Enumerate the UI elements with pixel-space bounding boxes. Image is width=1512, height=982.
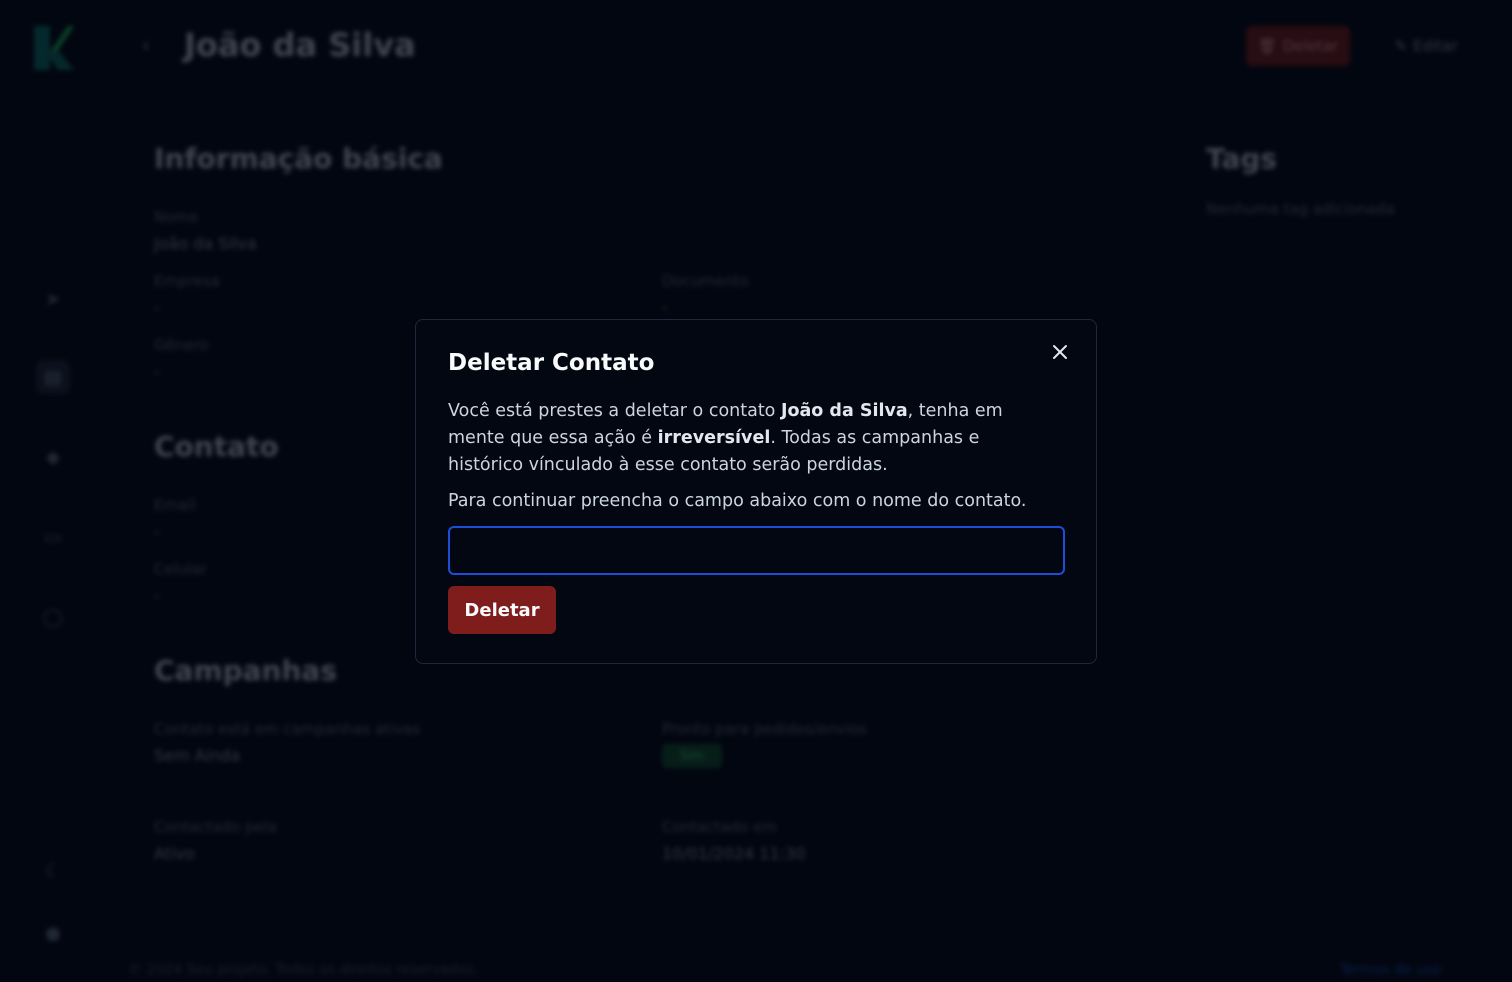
delete-contact-dialog: Deletar Contato Você está prestes a dele… [415,319,1097,664]
confirm-delete-button[interactable]: Deletar [448,586,556,634]
close-icon[interactable] [1048,340,1072,364]
confirm-name-input[interactable] [448,526,1065,575]
warning-contact-name: João da Silva [780,401,908,421]
dialog-hint-text: Para continuar preencha o campo abaixo c… [448,491,1027,511]
dialog-title: Deletar Contato [448,350,655,376]
warning-text-part: Você está prestes a deletar o contato [448,401,781,421]
app-root: ➤ ▤ ◆ ▭ ◯ ☾ ● ‹ João da Silva 🗑 Deletar … [0,0,1512,982]
dialog-warning-text: Você está prestes a deletar o contato Jo… [448,398,1058,479]
warning-irreversible: irreversível [657,428,771,448]
